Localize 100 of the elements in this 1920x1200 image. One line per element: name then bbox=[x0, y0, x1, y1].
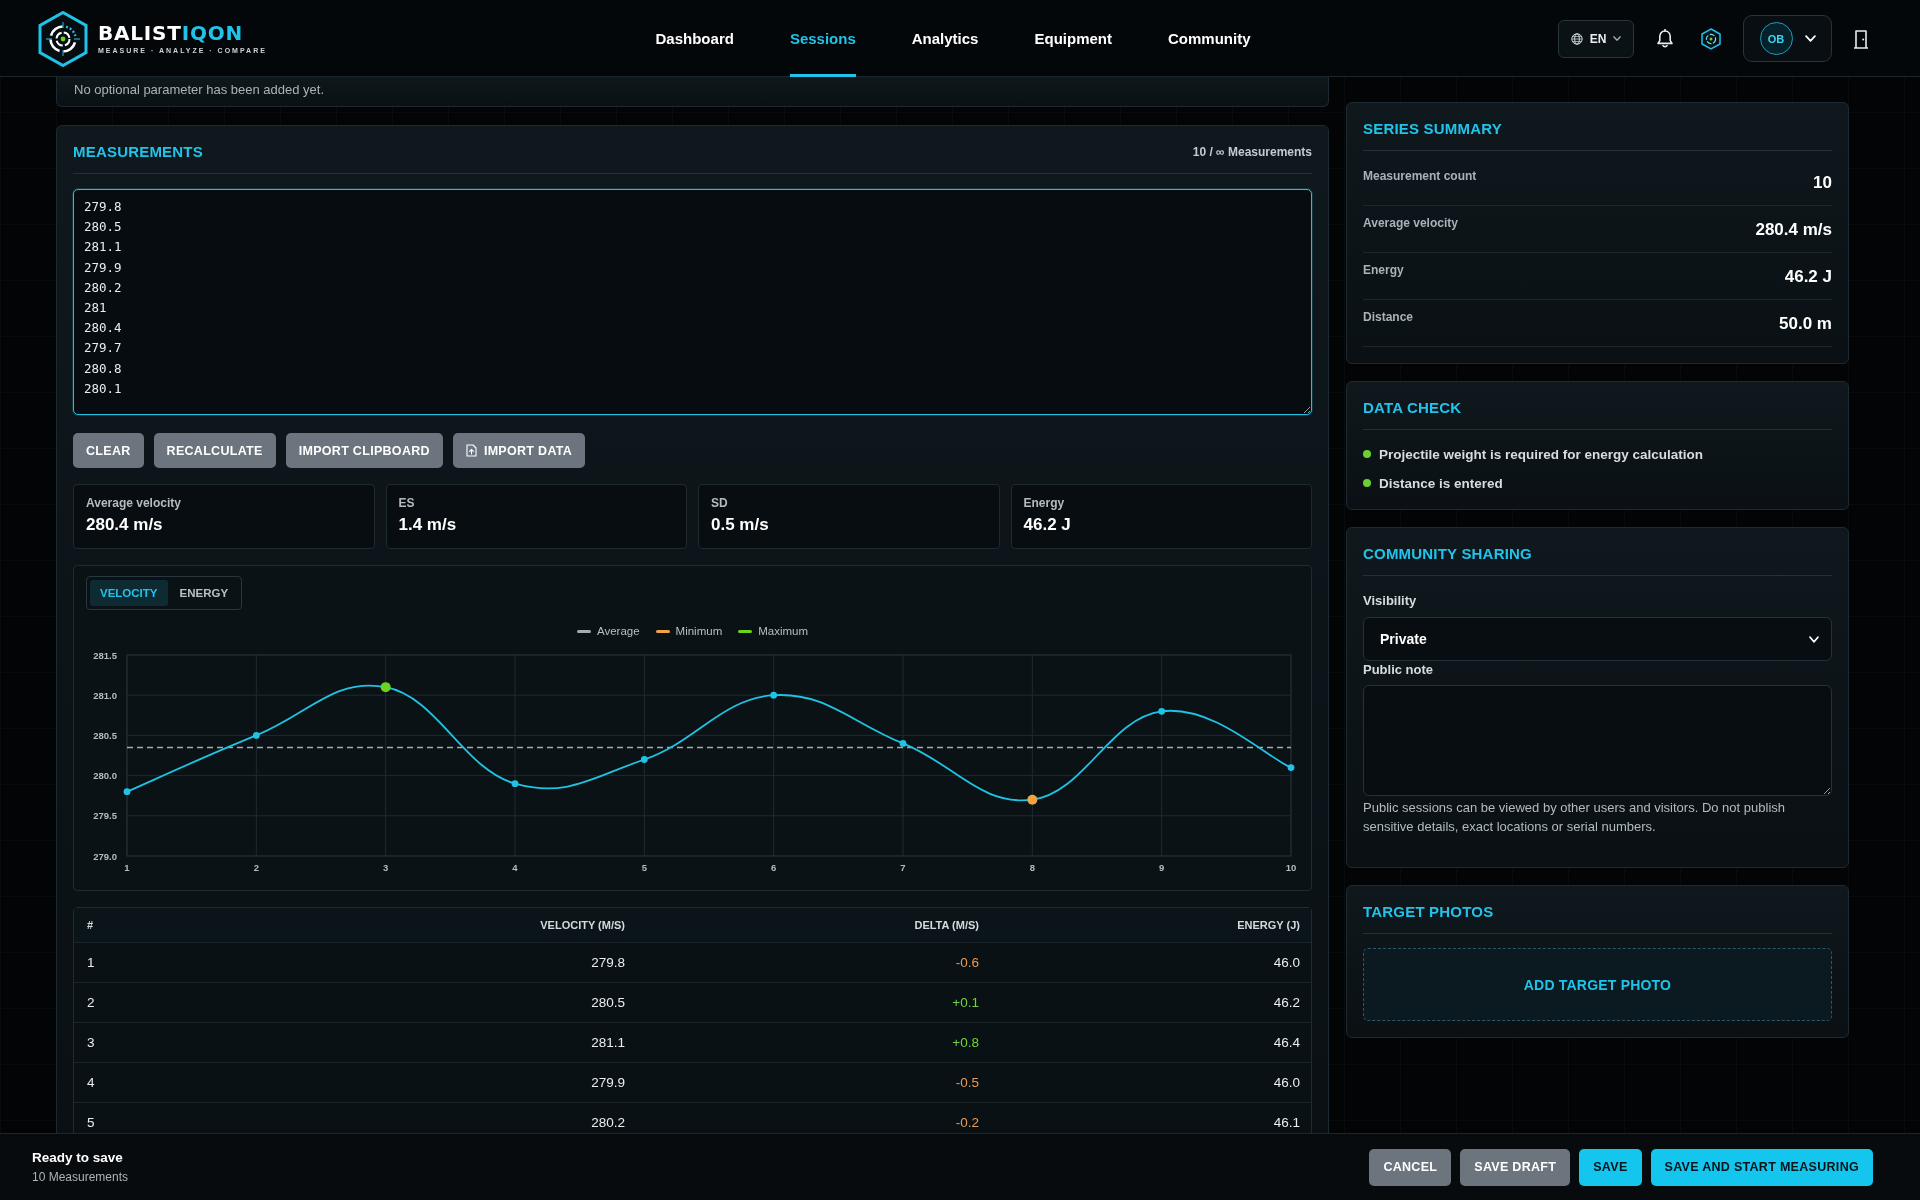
table-cell-text: 4 bbox=[87, 1075, 96, 1090]
delta-cell: -0.6 bbox=[955, 955, 979, 970]
table-cell: 46.4 bbox=[1273, 1035, 1300, 1050]
table-cell: 281.1 bbox=[591, 1035, 625, 1050]
action-button[interactable]: CLEAR bbox=[73, 433, 144, 468]
data-point bbox=[1158, 707, 1166, 715]
summary-label: Average velocity bbox=[1363, 215, 1458, 231]
nav-tab[interactable]: Equipment bbox=[1034, 0, 1112, 77]
action-button[interactable]: RECALCULATE bbox=[153, 433, 276, 468]
action-button[interactable]: IMPORT CLIPBOARD bbox=[285, 433, 443, 468]
data-point bbox=[252, 732, 260, 739]
table-cell-text: 1 bbox=[87, 955, 96, 970]
summary-value: 10 bbox=[1813, 173, 1832, 193]
visibility-select[interactable]: Private bbox=[1363, 617, 1832, 661]
data-point bbox=[1027, 794, 1038, 805]
delta-cell: +0.1 bbox=[952, 995, 979, 1010]
card-title: SERIES SUMMARY bbox=[1363, 120, 1502, 138]
table-cell: 279.8 bbox=[591, 955, 625, 970]
legend-label: Maximum bbox=[758, 625, 809, 637]
data-point bbox=[380, 682, 391, 693]
table-cell: 46.0 bbox=[1273, 1075, 1300, 1090]
summary-value: 46.2 J bbox=[1784, 267, 1832, 287]
field-label: Visibility bbox=[1363, 592, 1418, 610]
table-cell: 46.1 bbox=[1273, 1115, 1300, 1130]
bell-icon[interactable] bbox=[1656, 28, 1674, 49]
summary-label: Energy bbox=[1363, 262, 1404, 278]
table-cell-text: 5 bbox=[87, 1115, 96, 1130]
stat-label: Average velocity bbox=[86, 496, 182, 511]
add-photo-button[interactable]: ADD TARGET PHOTO bbox=[1363, 948, 1832, 1021]
axis-label: 281.5 bbox=[93, 649, 117, 661]
table-cell: 46.0 bbox=[1273, 955, 1300, 970]
measurement-count: 10 / ∞ Measurements bbox=[1192, 145, 1312, 159]
nav-tab[interactable]: Dashboard bbox=[655, 0, 734, 77]
card-title: MEASUREMENTS bbox=[73, 143, 203, 161]
measurements-input[interactable]: 279.8 280.5 281.1 279.9 280.2 281 280.4 279.7 280.8 280.1 bbox=[73, 189, 1312, 415]
check-text: Distance is entered bbox=[1379, 475, 1503, 491]
axis-label: 279.5 bbox=[93, 810, 117, 822]
chart-tab[interactable]: ENERGY bbox=[169, 580, 239, 606]
column-header: VELOCITY (M/S) bbox=[540, 919, 625, 931]
footer-button[interactable]: SAVE DRAFT bbox=[1460, 1148, 1571, 1186]
axis-label: 9 bbox=[1159, 862, 1165, 873]
globe-icon bbox=[1570, 32, 1583, 45]
nav-tab[interactable]: Community bbox=[1167, 0, 1251, 77]
axis-label: 4 bbox=[512, 862, 518, 873]
card-title: TARGET PHOTOS bbox=[1363, 903, 1494, 921]
door-icon[interactable] bbox=[1854, 28, 1868, 49]
data-point bbox=[123, 788, 131, 796]
data-point bbox=[770, 691, 778, 699]
table-cell: 280.5 bbox=[591, 995, 625, 1010]
hexagon-target-icon[interactable] bbox=[1701, 27, 1721, 50]
empty-state-text: No optional parameter has been added yet. bbox=[74, 82, 325, 97]
summary-label: Measurement count bbox=[1363, 168, 1477, 184]
delta-cell: -0.5 bbox=[955, 1075, 979, 1090]
axis-label: 6 bbox=[771, 862, 777, 873]
data-point bbox=[640, 756, 648, 763]
save-button[interactable]: SAVE AND START MEASURING bbox=[1650, 1148, 1873, 1186]
nav-tab[interactable]: Analytics bbox=[911, 0, 979, 77]
legend-label: Average bbox=[596, 625, 640, 637]
save-status: Ready to save bbox=[32, 1149, 124, 1166]
column-header: # bbox=[87, 919, 95, 931]
summary-label: Distance bbox=[1363, 309, 1414, 325]
data-point bbox=[511, 780, 519, 788]
user-avatar: OB bbox=[1759, 22, 1793, 55]
public-note-input[interactable] bbox=[1363, 685, 1832, 796]
language-select[interactable]: EN bbox=[1558, 19, 1634, 58]
table-cell: 46.2 bbox=[1273, 995, 1300, 1010]
axis-label: 281.0 bbox=[93, 689, 117, 701]
account-menu-button[interactable]: OB bbox=[1743, 15, 1832, 62]
legend-label: Minimum bbox=[675, 625, 723, 637]
table-cell: 279.9 bbox=[591, 1075, 625, 1090]
chart-tab[interactable]: VELOCITY bbox=[90, 580, 168, 606]
axis-label: 1 bbox=[124, 862, 130, 873]
footer-button[interactable]: CANCEL bbox=[1369, 1148, 1452, 1186]
axis-label: 280.5 bbox=[93, 729, 117, 741]
card-title: DATA CHECK bbox=[1363, 399, 1462, 417]
stat-value: 280.4 m/s bbox=[86, 514, 164, 536]
stat-label: Energy bbox=[1023, 496, 1066, 511]
stat-label: SD bbox=[711, 496, 729, 511]
stat-value: 46.2 J bbox=[1023, 514, 1072, 536]
hexagon-crosshair-logo-icon bbox=[38, 10, 88, 67]
import-data-button[interactable]: IMPORT DATA bbox=[452, 433, 586, 468]
table-cell-text: 2 bbox=[87, 995, 96, 1010]
axis-label: 7 bbox=[900, 862, 906, 873]
chevron-down-icon bbox=[1809, 635, 1819, 643]
delta-cell: +0.8 bbox=[952, 1035, 979, 1050]
stat-value: 1.4 m/s bbox=[398, 514, 458, 536]
delta-cell: -0.2 bbox=[955, 1115, 979, 1130]
summary-value: 280.4 m/s bbox=[1755, 220, 1832, 240]
brand-name: BALISTIQON bbox=[98, 21, 245, 44]
data-point bbox=[1287, 764, 1295, 771]
save-button[interactable]: SAVE bbox=[1579, 1148, 1642, 1186]
axis-label: 3 bbox=[383, 862, 389, 873]
axis-label: 280.0 bbox=[93, 770, 117, 782]
chevron-down-icon bbox=[1804, 35, 1816, 42]
axis-label: 5 bbox=[641, 862, 647, 873]
stat-label: ES bbox=[398, 496, 416, 511]
save-detail: 10 Measurements bbox=[32, 1170, 129, 1185]
axis-label: 10 bbox=[1285, 862, 1297, 873]
file-upload-icon bbox=[465, 444, 477, 457]
stat-value: 0.5 m/s bbox=[711, 514, 770, 536]
